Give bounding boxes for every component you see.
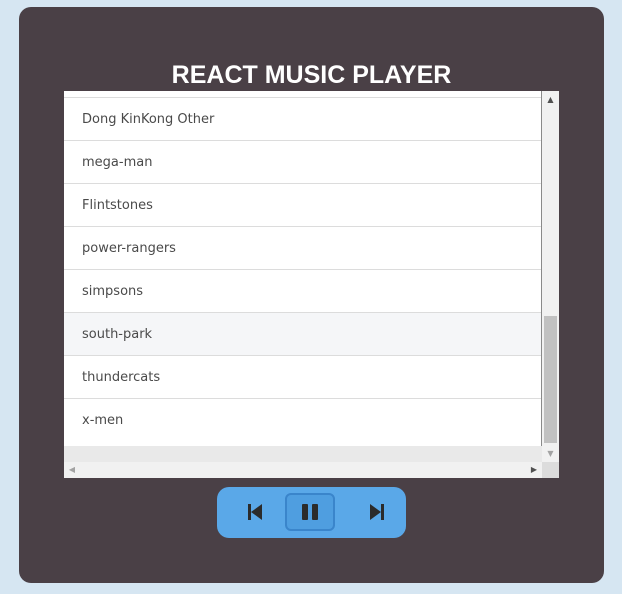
pause-icon	[301, 503, 319, 521]
playlist-list[interactable]: Dong KinKong Other mega-man Flintstones …	[64, 91, 542, 446]
list-item[interactable]: power-rangers	[64, 226, 541, 269]
list-item[interactable]: thundercats	[64, 355, 541, 398]
list-item[interactable]: Flintstones	[64, 183, 541, 226]
list-item[interactable]: Dong KinKong Other	[64, 97, 541, 140]
vertical-scroll-thumb[interactable]	[544, 316, 557, 443]
skip-next-icon	[369, 503, 385, 521]
page-title: REACT MUSIC PLAYER	[171, 61, 452, 89]
list-item[interactable]: x-men	[64, 398, 541, 441]
list-item-active[interactable]: south-park	[64, 312, 541, 355]
scrollbar-corner	[542, 462, 559, 478]
skip-previous-icon	[247, 503, 263, 521]
previous-track-button[interactable]	[230, 493, 280, 531]
scroll-down-arrow-icon[interactable]: ▼	[542, 445, 559, 462]
list-item[interactable]: mega-man	[64, 140, 541, 183]
playlist-panel: Dong KinKong Other mega-man Flintstones …	[64, 91, 559, 478]
next-track-button[interactable]	[352, 493, 402, 531]
scroll-right-arrow-icon[interactable]: ▶	[526, 462, 542, 478]
music-player-card: REACT MUSIC PLAYER Dong KinKong Other me…	[19, 7, 604, 583]
scroll-up-arrow-icon[interactable]: ▲	[542, 91, 559, 108]
horizontal-scrollbar[interactable]: ◀ ▶	[64, 462, 542, 478]
pause-button[interactable]	[285, 493, 335, 531]
vertical-scrollbar[interactable]: ▲ ▼	[542, 91, 559, 462]
playback-controls	[217, 487, 406, 538]
list-item[interactable]: simpsons	[64, 269, 541, 312]
scroll-left-arrow-icon[interactable]: ◀	[64, 462, 80, 478]
